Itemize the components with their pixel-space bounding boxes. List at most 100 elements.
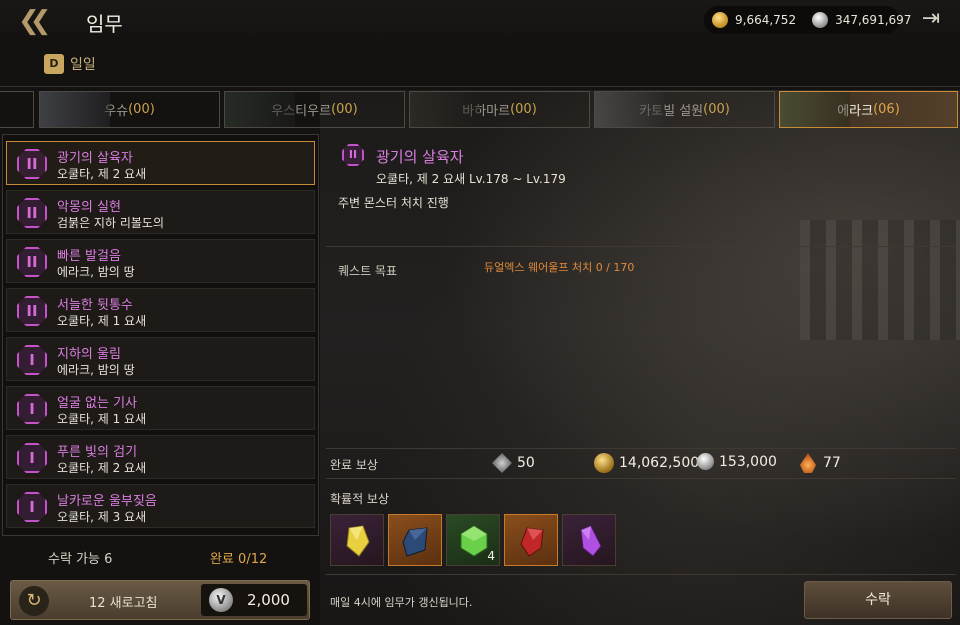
silver-reward: 153,000 xyxy=(697,453,777,470)
grade-1-icon: I xyxy=(17,345,47,375)
quest-item[interactable]: I 날카로운 울부짖음 오쿨타, 제 3 요새 xyxy=(6,484,315,528)
region-tab-count: (00) xyxy=(510,102,537,117)
quest-location: 오쿨타, 제 2 요새 xyxy=(57,167,147,181)
purple-crystal-icon xyxy=(580,525,602,557)
refresh-label: 12 새로고침 xyxy=(89,596,158,611)
dark-blue-crystal-icon xyxy=(402,527,428,557)
quest-name: 광기의 살육자 xyxy=(57,151,133,166)
exp-reward-value: 50 xyxy=(517,455,535,471)
region-thumbnail xyxy=(40,92,110,127)
region-tab-ustiur[interactable]: 우스티우르 (00) xyxy=(224,91,405,128)
region-tab-count: (00) xyxy=(703,102,730,117)
exit-button[interactable]: ⇥ xyxy=(916,6,946,34)
divider xyxy=(326,246,956,247)
exp-reward: 50 xyxy=(492,453,535,473)
grade-2-icon: II xyxy=(17,247,47,277)
red-crystal-icon xyxy=(520,527,544,557)
points-reward-value: 77 xyxy=(823,455,841,471)
quest-name: 빠른 발걸음 xyxy=(57,249,121,264)
reward-slot[interactable] xyxy=(330,514,384,566)
grade-1-icon: I xyxy=(17,443,47,473)
region-thumbnail xyxy=(780,92,850,127)
quest-item[interactable]: I 얼굴 없는 기사 오쿨타, 제 1 요새 xyxy=(6,386,315,430)
reward-label: 완료 보상 xyxy=(330,458,378,472)
divider xyxy=(326,448,956,449)
flame-icon xyxy=(800,453,816,473)
region-tab-usu[interactable]: 우슈 (00) xyxy=(39,91,220,128)
reward-slot[interactable] xyxy=(504,514,558,566)
header-divider xyxy=(0,86,960,87)
quest-detail-panel: II 광기의 살육자 오쿨타, 제 2 요새 Lv.178 ~ Lv.179 주… xyxy=(326,134,956,625)
divider xyxy=(326,574,956,575)
region-tab-count: (00) xyxy=(331,102,358,117)
yellow-crystal-icon xyxy=(346,525,370,557)
refresh-icon: ↻ xyxy=(19,586,49,616)
divider xyxy=(326,478,956,479)
detail-title: 광기의 살육자 xyxy=(376,148,464,166)
quest-location: 오쿨타, 제 1 요새 xyxy=(57,314,147,328)
probable-reward-label: 확률적 보상 xyxy=(330,492,390,506)
gold-coin-icon xyxy=(712,12,728,28)
silver-amount: 347,691,697 xyxy=(835,13,912,27)
region-tab-count: (00) xyxy=(128,102,155,117)
quest-location: 오쿨타, 제 3 요새 xyxy=(57,510,147,524)
region-tab-partial[interactable] xyxy=(0,91,34,128)
gold-coin-icon xyxy=(594,453,614,473)
quest-item[interactable]: I 지하의 울림 에라크, 밤의 땅 xyxy=(6,337,315,381)
region-tab-bahamar[interactable]: 바하마르 (00) xyxy=(409,91,590,128)
quest-item[interactable]: II 빠른 발걸음 에라크, 밤의 땅 xyxy=(6,239,315,283)
silver-coin-icon xyxy=(812,12,829,28)
quest-name: 악몽의 실현 xyxy=(57,200,121,215)
refresh-cost: V 2,000 xyxy=(201,584,307,616)
objective-label: 퀘스트 목표 xyxy=(338,264,398,278)
region-tab-count: (06) xyxy=(873,102,900,117)
region-tabs: 우슈 (00) 우스티우르 (00) 바하마르 (00) 카토빌 설원 (00) 에라크… xyxy=(0,91,960,129)
grade-1-icon: I xyxy=(17,394,47,424)
quest-item[interactable]: II 서늘한 뒷통수 오쿨타, 제 1 요새 xyxy=(6,288,315,332)
quest-name: 서늘한 뒷통수 xyxy=(57,298,133,313)
daily-tab[interactable]: D 일일 xyxy=(44,54,96,74)
double-chevron-left-icon: ❮❮ xyxy=(18,6,51,36)
points-reward: 77 xyxy=(798,453,841,473)
silver-reward-value: 153,000 xyxy=(719,453,777,470)
grade-2-icon: II xyxy=(17,149,47,179)
currency-display: 9,664,752 347,691,697 xyxy=(704,6,911,34)
quest-item[interactable]: I 푸른 빛의 검기 오쿨타, 제 2 요새 xyxy=(6,435,315,479)
reward-quantity: 4 xyxy=(487,549,495,563)
region-tab-katovil[interactable]: 카토빌 설원 (00) xyxy=(594,91,775,128)
region-thumbnail xyxy=(595,92,665,127)
detail-location: 오쿨타, 제 2 요새 Lv.178 ~ Lv.179 xyxy=(376,172,566,186)
back-button[interactable]: ❮❮ xyxy=(18,4,66,38)
accept-quest-button[interactable]: 수락 xyxy=(804,581,952,619)
gold-reward: 14,062,500 xyxy=(594,453,699,473)
quest-name: 날카로운 울부짖음 xyxy=(57,494,157,509)
region-thumbnail xyxy=(410,92,480,127)
quest-item[interactable]: II 광기의 살육자 오쿨타, 제 2 요새 xyxy=(6,141,315,185)
reward-slot[interactable] xyxy=(562,514,616,566)
region-tab-erak[interactable]: 에라크 (06) xyxy=(779,91,958,128)
detail-description: 주변 몬스터 처치 진행 xyxy=(338,196,449,210)
accept-available-count: 수락 가능 6 xyxy=(48,552,113,567)
grade-2-icon: II xyxy=(17,198,47,228)
quest-name: 푸른 빛의 검기 xyxy=(57,445,138,460)
quest-name: 얼굴 없는 기사 xyxy=(57,396,138,411)
grade-2-icon: II xyxy=(17,296,47,326)
silver-coin-icon xyxy=(697,453,714,470)
quest-location: 오쿨타, 제 2 요새 xyxy=(57,461,147,475)
reward-slot[interactable] xyxy=(388,514,442,566)
quest-item[interactable]: II 악몽의 실현 검붉은 지하 리볼도의 xyxy=(6,190,315,234)
quest-location: 에라크, 밤의 땅 xyxy=(57,363,135,377)
refresh-notice: 매일 4시에 임무가 갱신됩니다. xyxy=(330,596,473,609)
gold-amount: 9,664,752 xyxy=(735,13,797,27)
daily-tab-label: 일일 xyxy=(70,57,96,73)
gold-reward-value: 14,062,500 xyxy=(619,455,700,471)
exp-icon xyxy=(492,453,512,473)
top-bar: ❮❮ 임무 9,664,752 347,691,697 ⇥ xyxy=(0,0,960,42)
grade-1-icon: I xyxy=(17,492,47,522)
refresh-cost-value: 2,000 xyxy=(247,591,290,609)
calendar-icon: D xyxy=(44,54,64,74)
objective-text: 듀얼엑스 웨어울프 처치 0 / 170 xyxy=(484,261,635,274)
quest-name: 지하의 울림 xyxy=(57,347,121,362)
reward-slot[interactable]: 4 xyxy=(446,514,500,566)
refresh-button[interactable]: ↻ 12 새로고침 V 2,000 xyxy=(10,580,310,620)
